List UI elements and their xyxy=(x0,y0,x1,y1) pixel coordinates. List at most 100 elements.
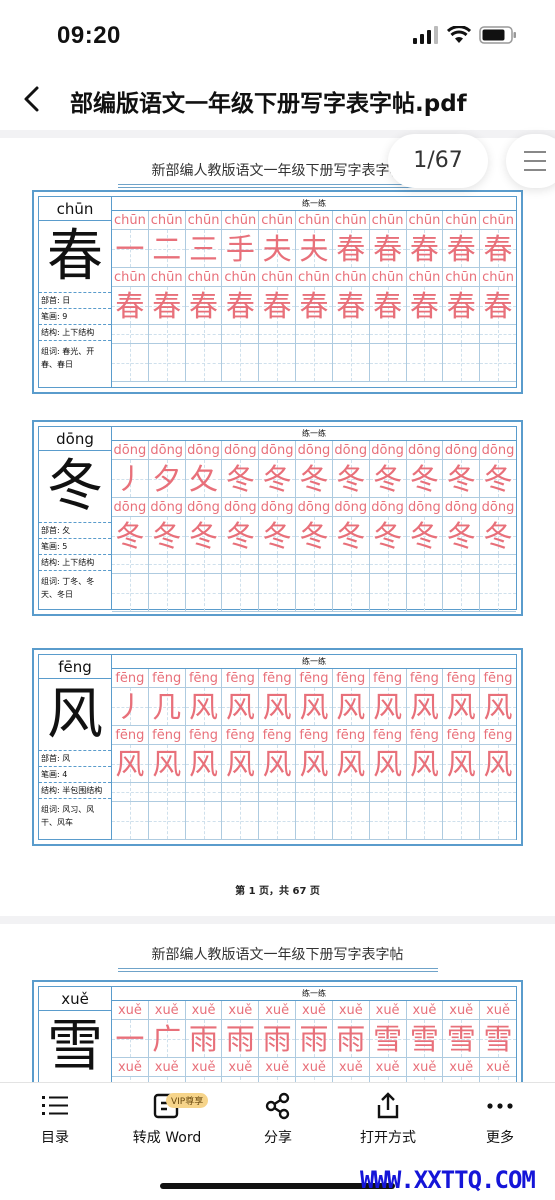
practice-char: 春 xyxy=(446,289,476,323)
practice-cell: 风 xyxy=(259,688,297,726)
practice-cell: 二 xyxy=(148,230,186,268)
practice-char: 雪 xyxy=(483,1022,513,1056)
practice-char: 雪 xyxy=(410,1079,439,1082)
practice-cell: 几 xyxy=(148,688,186,726)
convert-word-label: 转成 Word xyxy=(132,1130,202,1146)
back-arrow-icon[interactable] xyxy=(18,84,48,114)
practice-cell: 冬 xyxy=(112,517,149,555)
pinyin-cell: xuě xyxy=(259,1058,297,1077)
stroke-row: 一二三手夫夫春春春春春 xyxy=(112,230,516,268)
pinyin-cell: xuě xyxy=(148,1058,186,1077)
practice-char: 夫 xyxy=(262,232,292,266)
practice-char: 冬 xyxy=(409,519,439,553)
practice-char: 风 xyxy=(299,690,329,724)
pinyin-cell: dōng xyxy=(259,441,297,460)
stroke-row: 丿夕夂冬冬冬冬冬冬冬冬 xyxy=(112,460,516,498)
share-button[interactable]: 分享 xyxy=(258,1091,298,1147)
empty-cell xyxy=(332,555,370,574)
practice-char: 雪 xyxy=(115,1079,144,1082)
pinyin-cell: fēng xyxy=(406,726,444,745)
practice-cell: 雪 xyxy=(407,1077,444,1082)
practice-cell: 雨 xyxy=(222,1020,260,1058)
empty-cell xyxy=(185,344,223,382)
pinyin-cell: chūn xyxy=(259,211,297,230)
practice-char: 春 xyxy=(189,289,219,323)
empty-cell xyxy=(148,325,186,344)
practice-cell: 春 xyxy=(443,287,481,325)
pinyin-cell: chūn xyxy=(112,268,149,287)
pdf-viewer[interactable]: 新部编人教版语文一年级下册写字表字帖 chūn 春部首: 日笔画: 9 结构: 上下… xyxy=(0,130,555,1082)
pinyin-cell: dōng xyxy=(406,441,444,460)
pinyin-cell: chūn xyxy=(222,268,260,287)
open-with-button[interactable]: 打开方式 xyxy=(356,1091,420,1147)
practice-grid: 练一练 chūn chūn chūn chūn chūn chūn chūn chūn chūn c… xyxy=(112,197,516,387)
stroke-row: 雪雪雪雪雪雪雪雪雪雪雪 xyxy=(112,1077,516,1082)
pinyin-cell: xuě xyxy=(148,1001,186,1020)
practice-cell: 雪 xyxy=(222,1077,260,1082)
empty-cell xyxy=(443,783,481,802)
pinyin-cell: fēng xyxy=(406,669,444,688)
more-button[interactable]: 更多 xyxy=(480,1091,520,1147)
practice-cell: 冬 xyxy=(259,517,297,555)
practice-cell: 春 xyxy=(406,230,444,268)
practice-cell: 雪 xyxy=(443,1020,481,1058)
practice-cell: 春 xyxy=(185,287,223,325)
pinyin-cell: xuě xyxy=(296,1001,333,1020)
pinyin-cell: fēng xyxy=(148,726,186,745)
practice-char: 风 xyxy=(446,690,476,724)
practice-cell: 一 xyxy=(112,1020,149,1058)
practice-cell: 风 xyxy=(222,688,260,726)
pinyin-cell: dōng xyxy=(443,441,481,460)
practice-char: 风 xyxy=(225,690,255,724)
practice-cell: 风 xyxy=(185,688,223,726)
practice-char: 冬 xyxy=(373,519,403,553)
pinyin-cell: xuě xyxy=(296,1058,333,1077)
stroke-row: 一广雨雨雨雨雨雪雪雪雪 xyxy=(112,1020,516,1058)
practice-char: 风 xyxy=(336,690,366,724)
pinyin-cell: dōng xyxy=(296,441,333,460)
card-inner: fēng 风部首: 风笔画: 4 结构: 半包围结构 组词: 风习、风干、风车 练一练 f… xyxy=(38,654,517,840)
practice-cell: 春 xyxy=(443,230,481,268)
empty-cell xyxy=(369,802,407,840)
pinyin-cell: chūn xyxy=(185,211,223,230)
pinyin-cell: xuě xyxy=(332,1058,370,1077)
practice-cell: 雪 xyxy=(406,1020,444,1058)
pinyin-cell: xuě xyxy=(222,1058,260,1077)
pinyin-cell: dōng xyxy=(332,441,370,460)
practice-cell: 风 xyxy=(296,745,333,783)
pinyin-cell: fēng xyxy=(369,669,407,688)
pinyin-cell: chūn xyxy=(369,268,407,287)
practice-cell: 冬 xyxy=(185,517,223,555)
char-strokes: 笔画: 4 xyxy=(39,767,111,783)
pinyin-cell: dōng xyxy=(112,498,149,517)
practice-char: 冬 xyxy=(115,519,145,553)
practice-cell: 手 xyxy=(222,230,260,268)
pinyin-cell: fēng xyxy=(185,669,223,688)
practice-char: 冬 xyxy=(189,519,219,553)
card-inner: chūn 春部首: 日笔画: 9 结构: 上下结构 组词: 春光、开春、春日 练一练 ch… xyxy=(38,196,517,388)
toc-button[interactable]: 目录 xyxy=(35,1091,75,1147)
empty-cell xyxy=(148,555,186,574)
pinyin-cell: dōng xyxy=(112,441,149,460)
empty-cell xyxy=(259,574,297,612)
practice-char: 雪 xyxy=(447,1079,476,1082)
char-words: 组词: 风习、风干、风车 xyxy=(41,805,95,827)
outline-menu-button[interactable] xyxy=(506,134,555,188)
pinyin-cell: chūn xyxy=(332,268,370,287)
practice-char: 风 xyxy=(225,747,255,781)
empty-row xyxy=(112,555,516,574)
char-structure: 结构: 半包围结构 xyxy=(39,783,111,799)
empty-cell xyxy=(259,555,297,574)
practice-cell: 冬 xyxy=(443,460,481,498)
practice-cell: 雪 xyxy=(333,1077,370,1082)
empty-cell xyxy=(332,783,370,802)
pinyin-cell: xuě xyxy=(369,1058,407,1077)
page-indicator[interactable]: 1/67 xyxy=(388,134,488,188)
signal-icon xyxy=(413,26,438,44)
pinyin-cell: dōng xyxy=(296,498,333,517)
char-radical: 部首: 风 xyxy=(39,751,111,767)
pinyin-row: dōng dōng dōng dōng dōng dōng dōng dōng dōng dōng… xyxy=(112,498,516,517)
practice-cell: 冬 xyxy=(443,517,481,555)
pinyin-cell: fēng xyxy=(222,726,260,745)
practice-char: 雪 xyxy=(152,1079,181,1082)
